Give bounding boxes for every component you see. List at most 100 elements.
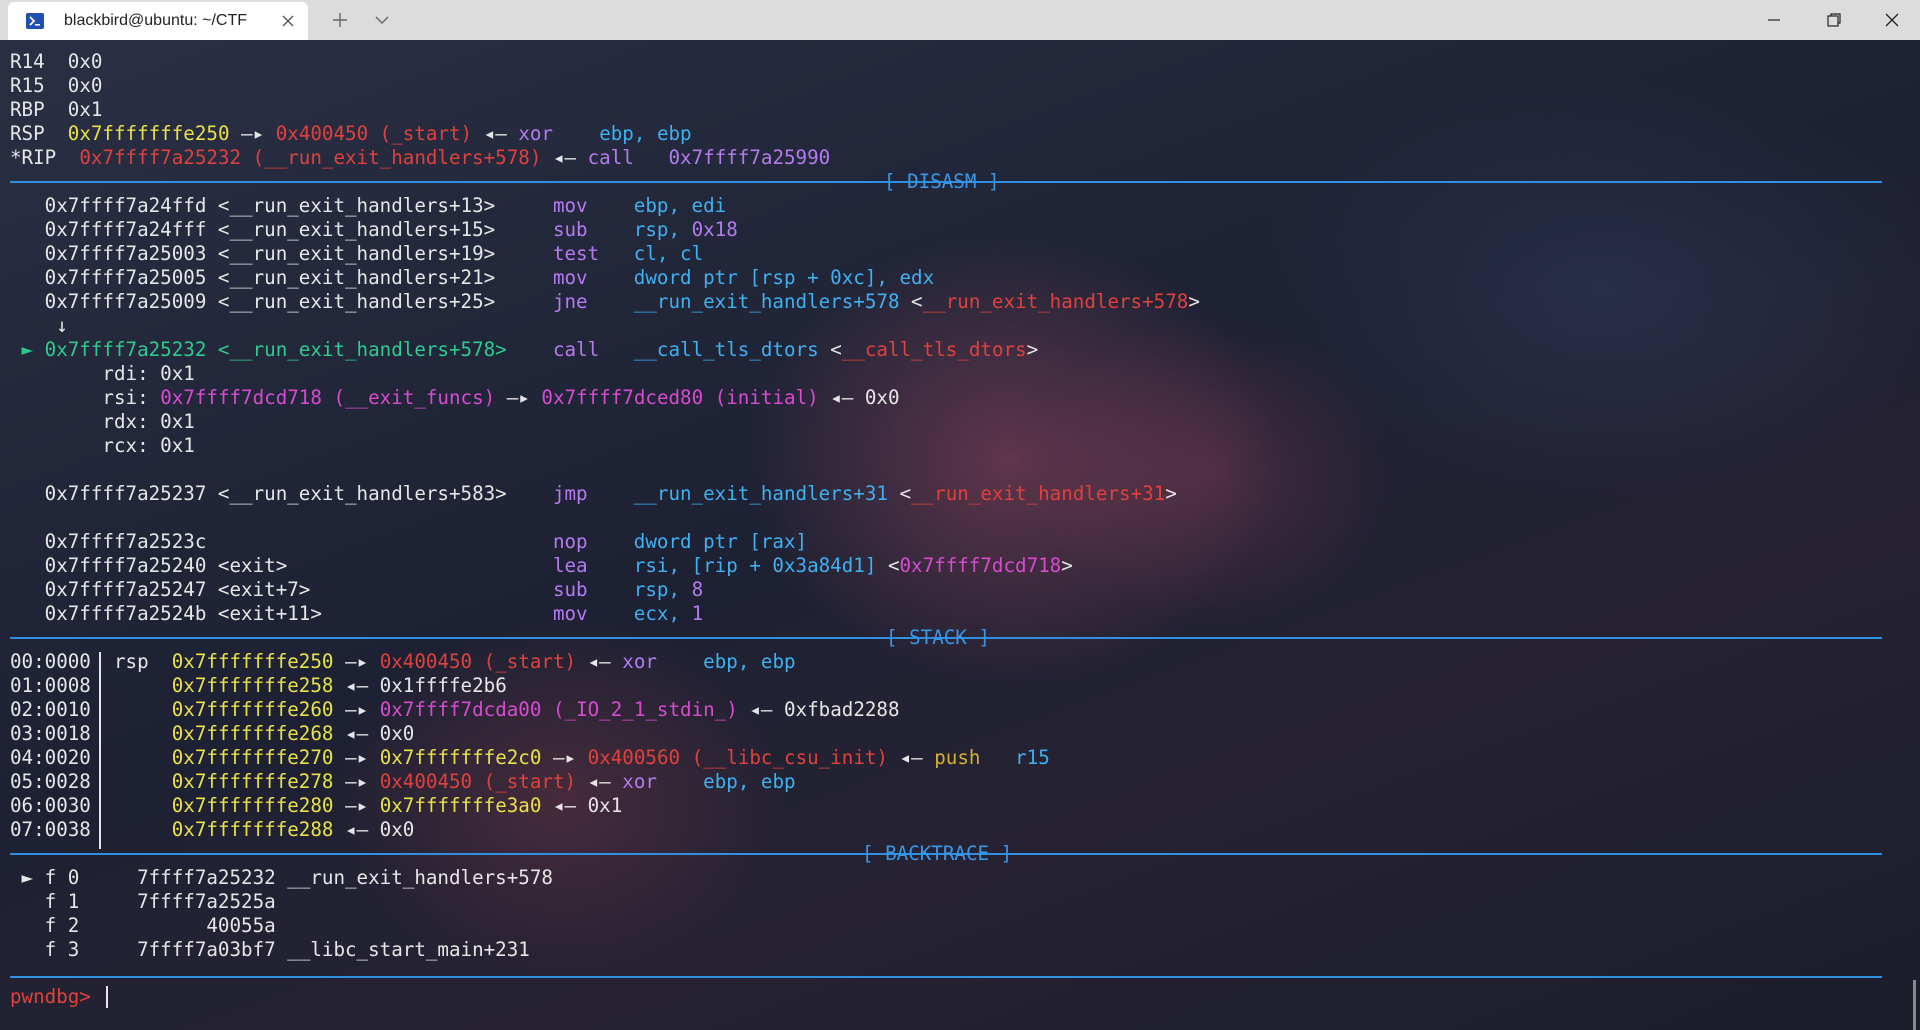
terminal-window: blackbird@ubuntu: ~/CTF R14 0x0 R15 0x0 RB… bbox=[0, 0, 1920, 1030]
disasm-line-segment: 0x7ffff7dcd718 bbox=[899, 554, 1062, 577]
prompt-separator bbox=[10, 965, 1882, 989]
stack-line-segment: 0x7fffffffe3a0 bbox=[379, 794, 542, 817]
disasm-line-segment: mov bbox=[552, 602, 588, 625]
disasm-line-segment: mov bbox=[552, 194, 588, 217]
disasm-line-segment: nop bbox=[552, 530, 588, 553]
scrollbar[interactable] bbox=[1913, 980, 1916, 1030]
backtrace-line: ► f 0 7ffff7a25232 __run_exit_handlers+5… bbox=[10, 866, 553, 890]
command-prompt[interactable]: pwndbg> bbox=[10, 985, 102, 1009]
disasm-line: rdx: 0x1 bbox=[10, 410, 194, 434]
disasm-line-segment: 8 bbox=[691, 578, 704, 601]
disasm-line-segment: rdi: 0x1 bbox=[10, 362, 195, 385]
stack-line-segment: 03:0018 bbox=[10, 722, 172, 745]
terminal-output[interactable]: R14 0x0 R15 0x0 RBP 0x1 RSP 0x7fffffffe250 … bbox=[0, 40, 1920, 1030]
disasm-line: 0x7ffff7a25237 <__run_exit_handlers+583>… bbox=[10, 482, 1177, 506]
disasm-line-segment: 1 bbox=[691, 602, 704, 625]
disasm-line: 0x7ffff7a24ffd <__run_exit_handlers+13> … bbox=[10, 194, 727, 218]
register-line-segment: R14 bbox=[10, 50, 68, 73]
stack-line-segment: xor bbox=[622, 770, 657, 793]
text-cursor bbox=[106, 986, 108, 1008]
disasm-line-segment: __run_exit_handlers+578 bbox=[922, 290, 1189, 313]
stack-line-segment: 00:0000 rsp bbox=[10, 650, 172, 673]
register-line-segment: R15 bbox=[10, 74, 68, 97]
disasm-line-segment: __call_tls_dtors bbox=[841, 338, 1027, 361]
backtrace-separator: [ BACKTRACE ] bbox=[10, 842, 1882, 866]
register-line-segment: ebp, ebp bbox=[552, 122, 692, 145]
register-line-segment: ◂— bbox=[541, 146, 588, 169]
stack-line-segment: 0x400450 (_start) bbox=[379, 650, 577, 673]
register-line: RSP 0x7fffffffe250 —▸ 0x400450 (_start) … bbox=[10, 122, 692, 146]
stack-line-segment: ◂— 0x1ffffe2b6 bbox=[333, 674, 507, 697]
register-line-segment: 0x7ffff7a25990 bbox=[633, 146, 831, 169]
stack-line: 02:0010 0x7fffffffe260 —▸ 0x7ffff7dcda00… bbox=[10, 698, 900, 722]
disasm-line-segment: 0x7ffff7a24fff <__run_exit_handlers+15> bbox=[10, 218, 553, 241]
stack-line-segment: —▸ bbox=[333, 794, 380, 817]
close-icon[interactable] bbox=[278, 11, 298, 31]
close-window-icon[interactable] bbox=[1862, 0, 1920, 40]
backtrace-header: [ BACKTRACE ] bbox=[862, 842, 1013, 865]
disasm-line-segment: __run_exit_handlers+31 bbox=[911, 482, 1166, 505]
disasm-line-segment: jne bbox=[552, 290, 588, 313]
stack-line-segment: 01:0008 bbox=[10, 674, 172, 697]
disasm-line-segment: 0x7ffff7a25009 <__run_exit_handlers+25> bbox=[10, 290, 553, 313]
disasm-line-segment: > bbox=[1188, 290, 1200, 313]
chevron-down-icon[interactable] bbox=[370, 8, 394, 32]
register-line-segment: 0x0 bbox=[67, 50, 103, 73]
stack-line-segment: —▸ bbox=[333, 650, 380, 673]
register-line-segment: 0x0 bbox=[67, 74, 103, 97]
minimize-icon[interactable] bbox=[1744, 0, 1804, 40]
disasm-line: 0x7ffff7a25005 <__run_exit_handlers+21> … bbox=[10, 266, 935, 290]
disasm-header: [ DISASM ] bbox=[884, 170, 1000, 193]
stack-line: 01:0008 0x7fffffffe258 ◂— 0x1ffffe2b6 bbox=[10, 674, 507, 698]
stack-divider bbox=[99, 652, 101, 849]
stack-line: 07:0038 0x7fffffffe288 ◂— 0x0 bbox=[10, 818, 414, 842]
disasm-line-segment: call bbox=[552, 338, 600, 361]
stack-line-segment: ◂— bbox=[888, 746, 935, 769]
disasm-line-segment: 0x18 bbox=[691, 218, 738, 241]
stack-line-segment: 06:0030 bbox=[10, 794, 172, 817]
disasm-line-segment: ◂— 0x0 bbox=[818, 386, 900, 409]
disasm-line-segment: 0x7ffff7a2524b <exit+11> bbox=[10, 602, 553, 625]
stack-line-segment: 0x7fffffffe258 bbox=[171, 674, 334, 697]
disasm-line-segment: ecx, bbox=[587, 602, 692, 625]
disasm-line: 0x7ffff7a25003 <__run_exit_handlers+19> … bbox=[10, 242, 703, 266]
backtrace-line-segment: ► f 0 7ffff7a25232 __run_exit_handlers+5… bbox=[10, 866, 553, 889]
stack-line-segment: 0x7fffffffe278 bbox=[171, 770, 334, 793]
disasm-line-segment: < bbox=[876, 554, 900, 577]
stack-line-segment: 0x400450 (_start) bbox=[379, 770, 577, 793]
stack-line-segment: ebp, ebp bbox=[656, 770, 796, 793]
register-line-segment: —▸ bbox=[229, 122, 276, 145]
stack-line-segment: push bbox=[934, 746, 981, 769]
disasm-line-segment: —▸ bbox=[495, 386, 542, 409]
disasm-line-segment: rsp, bbox=[587, 218, 692, 241]
disasm-line-segment: __run_exit_handlers+31 bbox=[587, 482, 888, 505]
disasm-line-segment: dword ptr [rax] bbox=[587, 530, 808, 553]
stack-line-segment: xor bbox=[622, 650, 657, 673]
disasm-line-segment: 0x7ffff7a25240 <exit> bbox=[10, 554, 553, 577]
stack-line-segment: 0x7fffffffe280 bbox=[171, 794, 334, 817]
disasm-line-segment: sub bbox=[552, 578, 588, 601]
disasm-line-segment: ► 0x7ffff7a25232 <__run_exit_handlers+57… bbox=[10, 338, 553, 361]
terminal-tab[interactable]: blackbird@ubuntu: ~/CTF bbox=[8, 2, 308, 40]
disasm-line: ► 0x7ffff7a25232 <__run_exit_handlers+57… bbox=[10, 338, 1039, 362]
register-line-segment: RSP bbox=[10, 122, 68, 145]
disasm-line: 0x7ffff7a2524b <exit+11> mov ecx, 1 bbox=[10, 602, 703, 626]
plus-icon[interactable] bbox=[328, 8, 352, 32]
disasm-line-segment: 0x7ffff7a25005 <__run_exit_handlers+21> bbox=[10, 266, 553, 289]
disasm-line-segment: rcx: 0x1 bbox=[10, 434, 195, 457]
stack-line: 04:0020 0x7fffffffe270 —▸ 0x7fffffffe2c0… bbox=[10, 746, 1050, 770]
restore-icon[interactable] bbox=[1804, 0, 1864, 40]
disasm-line: 0x7ffff7a2523c nop dword ptr [rax] bbox=[10, 530, 807, 554]
stack-line-segment: 0x7fffffffe268 bbox=[171, 722, 334, 745]
stack-line-segment: 0x400560 (__libc_csu_init) bbox=[587, 746, 888, 769]
disasm-line: 0x7ffff7a25009 <__run_exit_handlers+25> … bbox=[10, 290, 1200, 314]
disasm-line-segment: > bbox=[1061, 554, 1073, 577]
stack-line-segment: 0x7fffffffe288 bbox=[171, 818, 334, 841]
disasm-line-segment: __call_tls_dtors bbox=[599, 338, 819, 361]
disasm-line-segment: rsi: bbox=[10, 386, 161, 409]
disasm-line: rcx: 0x1 bbox=[10, 434, 195, 458]
backtrace-line-segment: f 1 7ffff7a2525a bbox=[10, 890, 276, 913]
disasm-line-segment: 0x7ffff7a25247 <exit+7> bbox=[10, 578, 553, 601]
register-line-segment: 0x7ffff7a25232 (__run_exit_handlers+578) bbox=[79, 146, 542, 169]
disasm-line-segment: jmp bbox=[552, 482, 588, 505]
